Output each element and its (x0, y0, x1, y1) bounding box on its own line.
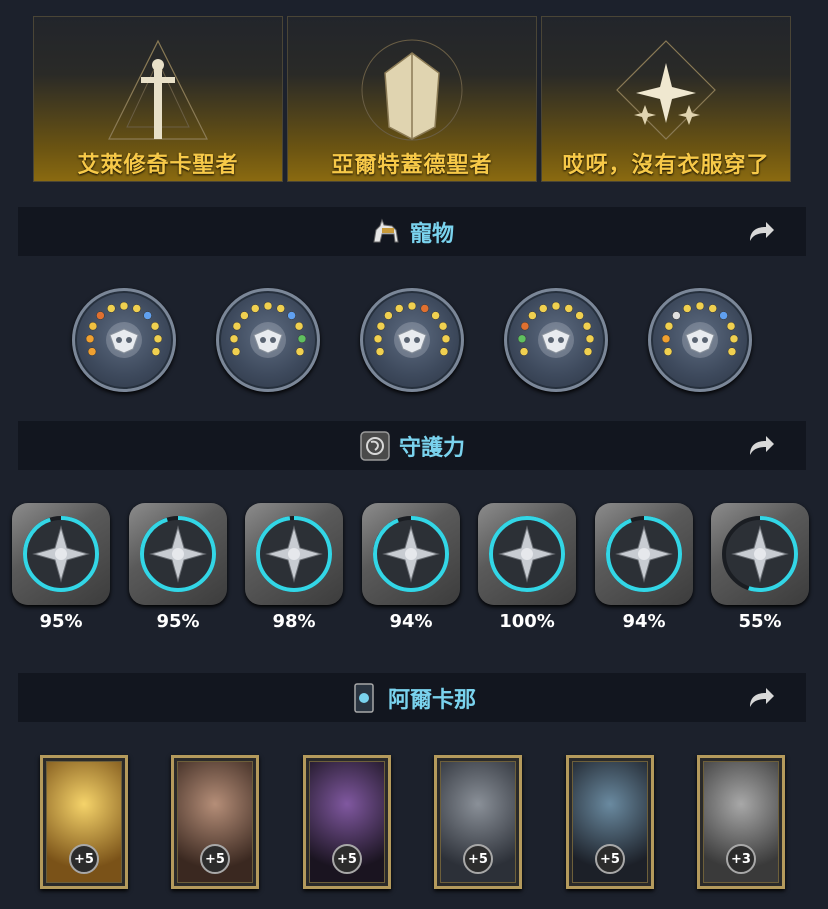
arcana-card[interactable]: +5 (171, 755, 259, 889)
title-name: 亞爾特蓋德聖者 (331, 153, 493, 178)
sword-triangle-emblem-icon (108, 39, 208, 140)
title-card-1[interactable]: 艾萊修奇卡聖者 (33, 16, 283, 182)
guardian-percent: 55% (738, 611, 782, 632)
arcana-level-badge: +5 (200, 844, 230, 874)
title-name: 哎呀，沒有衣服穿了 (562, 153, 770, 178)
arcana-card[interactable]: +5 (303, 755, 391, 889)
title-cards: 艾萊修奇卡聖者 亞爾特蓋德聖者 哎呀，沒有衣服穿了 (33, 16, 791, 182)
section-title-guardian: 守護力 (398, 435, 465, 461)
pet-slot[interactable] (648, 288, 752, 392)
radiant-star-icon (489, 516, 565, 592)
star-diamond-emblem-icon (616, 40, 716, 140)
tarot-card-icon (354, 682, 374, 713)
guardian-slot[interactable]: 94% (362, 503, 460, 632)
lotus-star-icon (661, 301, 739, 358)
pet-slot[interactable] (360, 288, 464, 392)
arcana-level-badge: +3 (726, 844, 756, 874)
section-title-pets: 寵物 (409, 221, 454, 247)
wolf-head-icon (229, 301, 307, 358)
guardian-slot[interactable]: 95% (129, 503, 227, 632)
scales-icon (722, 516, 798, 592)
guardian-slot[interactable]: 100% (478, 503, 576, 632)
arcana-card[interactable]: +5 (434, 755, 522, 889)
guardian-slot[interactable]: 98% (245, 503, 343, 632)
crossed-axes-icon (373, 516, 449, 592)
arcana-card[interactable]: +5 (566, 755, 654, 889)
section-title-arcana: 阿爾卡那 (387, 687, 476, 713)
tree-icon (373, 301, 451, 358)
share-arrow-icon[interactable] (746, 685, 776, 709)
pet-slot[interactable] (504, 288, 608, 392)
guardian-section-header: 守護力 (18, 421, 806, 470)
winged-blade-icon (140, 516, 216, 592)
winged-shield-emblem-icon (361, 39, 463, 141)
title-card-2[interactable]: 亞爾特蓋德聖者 (287, 16, 537, 182)
arcana-card[interactable]: +5 (40, 755, 128, 889)
guardian-slot[interactable]: 94% (595, 503, 693, 632)
guardian-percent: 95% (39, 611, 83, 632)
share-arrow-icon[interactable] (746, 219, 776, 243)
arcana-card[interactable]: +3 (697, 755, 785, 889)
owl-mask-icon (85, 301, 163, 358)
title-card-3[interactable]: 哎呀，沒有衣服穿了 (541, 16, 791, 182)
pets-section-header: 寵物 (18, 207, 806, 256)
pet-slot[interactable] (216, 288, 320, 392)
arcana-level-badge: +5 (332, 844, 362, 874)
spiral-sun-icon (517, 301, 595, 358)
guardian-percent: 95% (156, 611, 200, 632)
guardian-slot[interactable]: 55% (711, 503, 809, 632)
guardian-percent: 98% (272, 611, 316, 632)
horse-icon (373, 218, 399, 242)
arcana-level-badge: +5 (69, 844, 99, 874)
crescent-moon-icon (606, 516, 682, 592)
share-arrow-icon[interactable] (746, 433, 776, 457)
guardian-percent: 94% (389, 611, 433, 632)
guardian-percent: 100% (499, 611, 555, 632)
guardian-rune-icon (360, 430, 390, 461)
arcana-section-header: 阿爾卡那 (18, 673, 806, 722)
guardian-slot[interactable]: 95% (12, 503, 110, 632)
pet-slot[interactable] (72, 288, 176, 392)
bow-arrow-icon (256, 516, 332, 592)
guardian-percent: 94% (622, 611, 666, 632)
arcana-level-badge: +5 (463, 844, 493, 874)
shield-sword-icon (23, 516, 99, 592)
arcana-level-badge: +5 (595, 844, 625, 874)
title-name: 艾萊修奇卡聖者 (77, 153, 239, 178)
